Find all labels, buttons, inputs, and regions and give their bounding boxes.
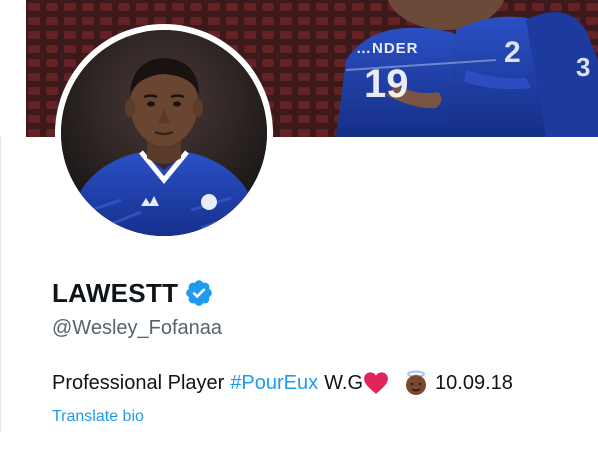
red-heart-emoji-icon	[363, 371, 389, 395]
bio-text: Professional Player	[52, 372, 225, 394]
jersey-number-text: 19	[364, 62, 409, 106]
jersey-name-text: …NDER	[356, 40, 419, 57]
profile-bio: Professional Player #PourEux W.G 10.09.1…	[52, 370, 513, 396]
angel-emoji-icon	[403, 370, 429, 396]
jersey-number-text: 3	[576, 52, 591, 82]
hashtag-link[interactable]: #PourEux	[230, 370, 318, 396]
display-name: LAWESTT	[52, 278, 179, 308]
timeline-border	[0, 137, 1, 432]
display-name-row: LAWESTT	[52, 278, 214, 308]
profile-avatar[interactable]	[55, 24, 273, 242]
verified-badge-icon[interactable]	[184, 278, 214, 308]
profile-page: …NDER 19 2 3 LAWESTT @Wesley_Fofanaa Pro…	[0, 0, 598, 460]
bio-initials: W.G	[324, 372, 364, 394]
translate-bio-link[interactable]: Translate bio	[52, 406, 144, 428]
user-handle: @Wesley_Fofanaa	[52, 317, 223, 339]
avatar-photo	[61, 30, 267, 236]
jersey-number-text: 2	[504, 36, 521, 69]
bio-date: 10.09.18	[435, 372, 513, 394]
